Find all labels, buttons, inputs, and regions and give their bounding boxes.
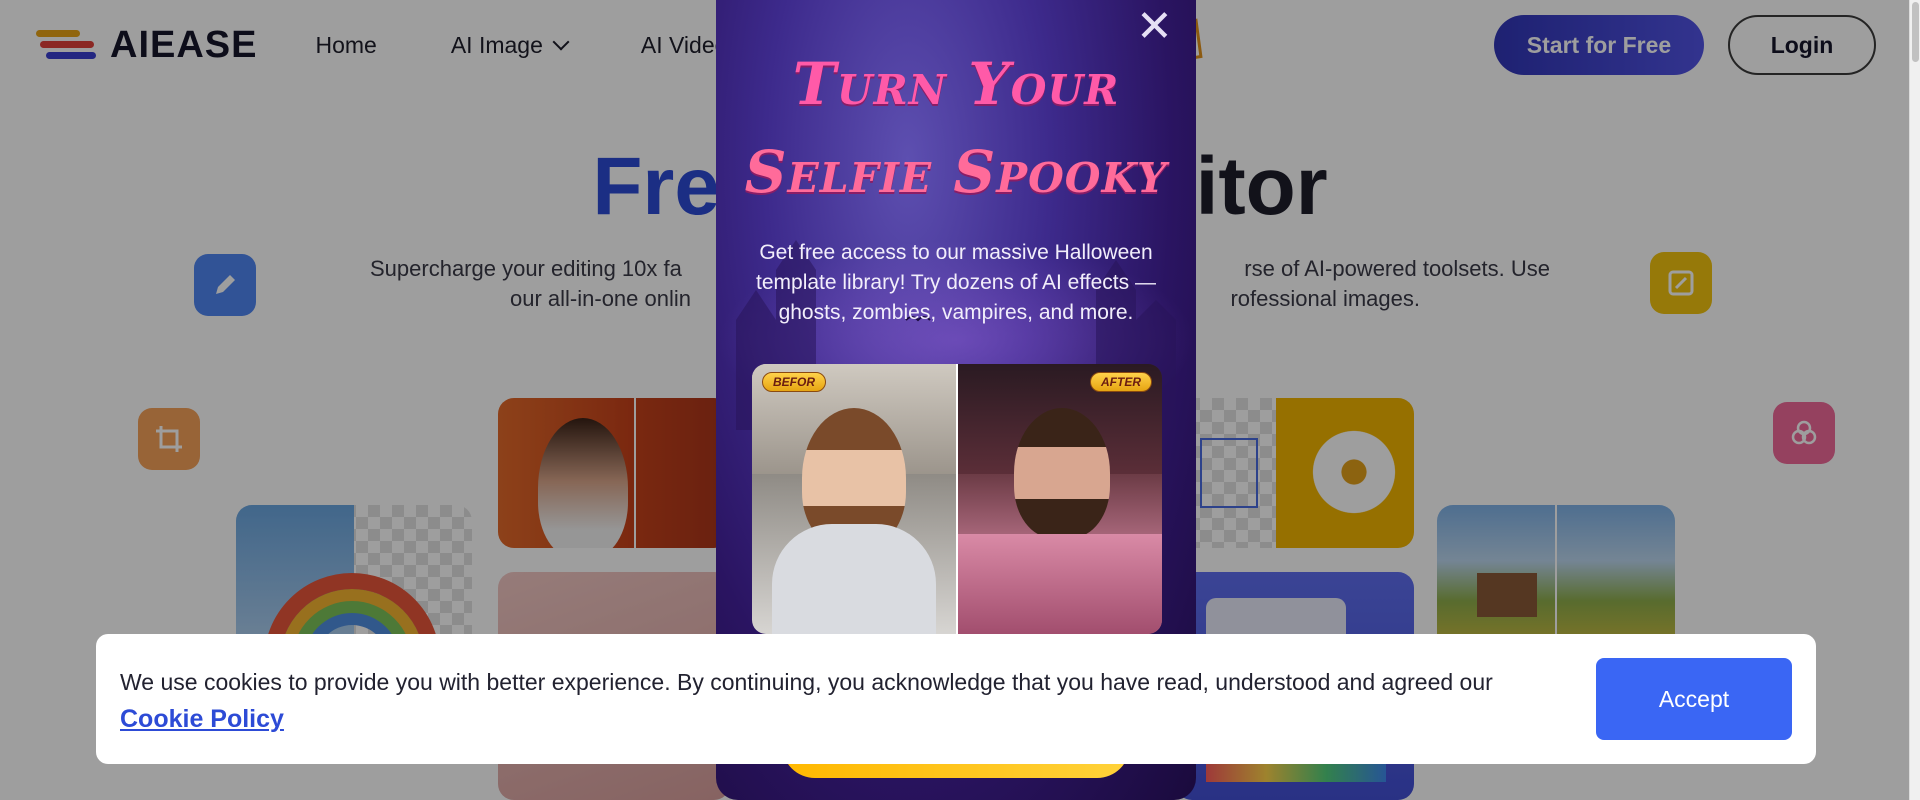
after-label: AFTER [1090, 372, 1152, 392]
promo-title-line2: Selfie Spooky [744, 138, 1168, 206]
cookie-message-text: We use cookies to provide you with bette… [120, 669, 1493, 695]
accept-cookies-button[interactable]: Accept [1596, 658, 1792, 740]
promo-description: Get free access to our massive Halloween… [756, 241, 1156, 324]
cookie-banner: We use cookies to provide you with bette… [96, 634, 1816, 764]
cookie-message: We use cookies to provide you with bette… [120, 664, 1520, 738]
page-scrollbar[interactable] [1909, 0, 1920, 800]
after-photo: AFTER [958, 364, 1162, 634]
promo-title-line1: Turn Your [792, 50, 1120, 118]
before-label: BEFOR [762, 372, 826, 392]
cookie-policy-link[interactable]: Cookie Policy [120, 705, 284, 733]
before-photo: BEFOR [752, 364, 956, 634]
before-after-divider [956, 364, 958, 634]
promo-title: Turn Your Selfie Spooky [716, 40, 1196, 216]
